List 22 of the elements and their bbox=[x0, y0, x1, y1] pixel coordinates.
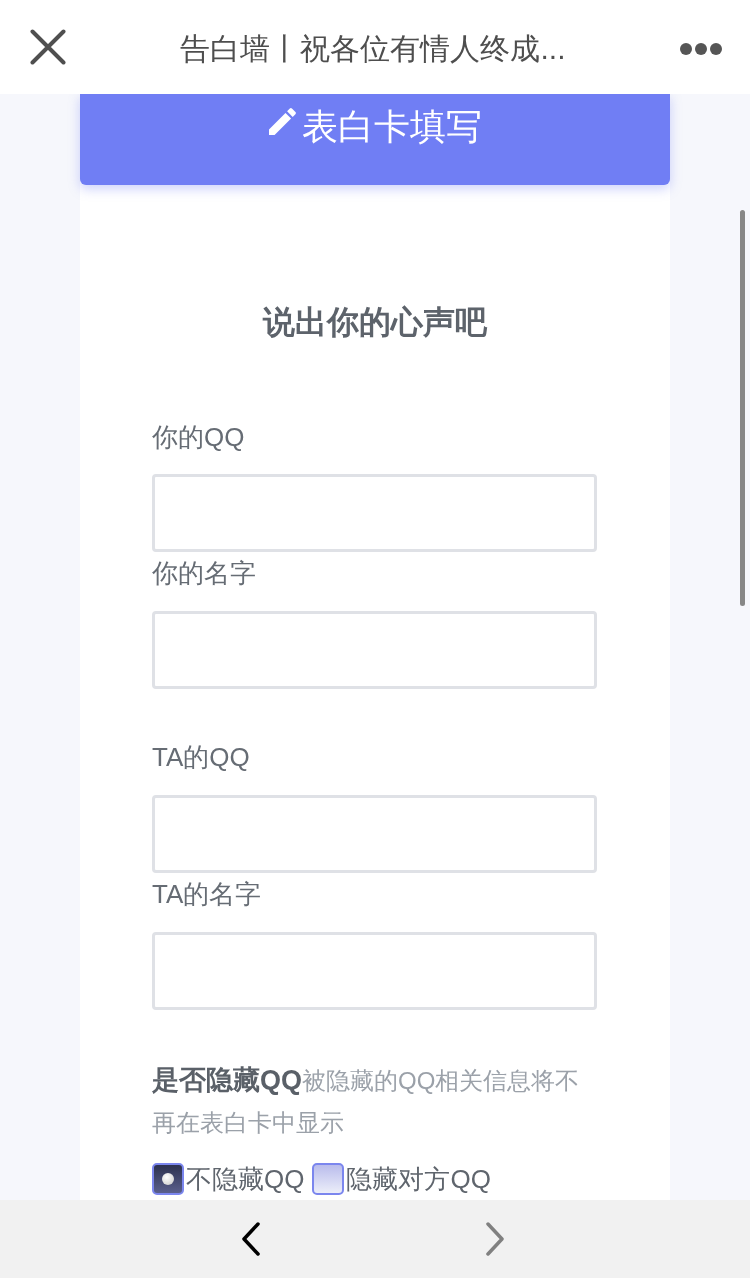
field-label: TA的QQ bbox=[152, 741, 251, 774]
input-field[interactable] bbox=[152, 474, 597, 552]
input-field[interactable] bbox=[152, 795, 597, 873]
more-icon[interactable] bbox=[680, 43, 722, 55]
radio-button[interactable] bbox=[152, 1163, 184, 1195]
close-icon[interactable] bbox=[30, 29, 66, 65]
option-label[interactable]: 隐藏对方QQ bbox=[346, 1158, 491, 1200]
pencil-icon bbox=[268, 108, 296, 135]
card-header-title: 表白卡填写 bbox=[301, 105, 482, 149]
form-heading: 说出你的心声吧 bbox=[261, 303, 488, 342]
input-field[interactable] bbox=[152, 932, 597, 1010]
chevron-left-icon bbox=[242, 1222, 260, 1256]
field-label: 你的名字 bbox=[152, 557, 257, 590]
chevron-right-icon bbox=[486, 1222, 504, 1256]
option-label[interactable]: 不隐藏QQ bbox=[186, 1158, 305, 1200]
hide-qq-description: 是否隐藏QQ被隐藏的QQ相关信息将不再在表白卡中显示 bbox=[152, 1064, 581, 1138]
field-label: 你的QQ bbox=[152, 421, 246, 454]
radio-button[interactable] bbox=[312, 1163, 345, 1195]
back-button[interactable] bbox=[242, 1222, 260, 1256]
field-label: TA的名字 bbox=[152, 878, 263, 911]
page-title: 告白墙丨祝各位有情人终成... bbox=[179, 31, 567, 67]
input-field[interactable] bbox=[152, 611, 597, 689]
